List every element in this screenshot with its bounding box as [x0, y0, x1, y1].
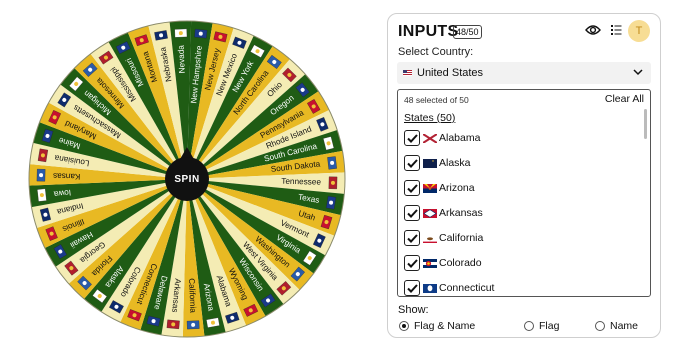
us-flag-icon	[403, 70, 412, 76]
show-option[interactable]: Flag & Name	[399, 320, 475, 332]
show-label: Show:	[398, 304, 429, 316]
state-row[interactable]: Colorado	[404, 252, 482, 274]
country-select[interactable]: United States	[397, 62, 651, 84]
list-icon[interactable]	[611, 24, 622, 36]
radio-button[interactable]	[595, 321, 605, 331]
checkmark-icon	[406, 158, 418, 168]
state-checkbox[interactable]	[404, 280, 420, 296]
state-row[interactable]: California	[404, 227, 483, 249]
avatar[interactable]: T	[628, 20, 650, 42]
state-name: Arkansas	[439, 207, 483, 219]
wheel-flag-icon	[166, 319, 180, 330]
show-option[interactable]: Flag	[524, 320, 559, 332]
state-list: 48 selected of 50 Clear All States (50) …	[397, 89, 651, 297]
count-badge: 48/50	[453, 25, 482, 39]
selected-count: 48 selected of 50	[404, 95, 469, 105]
checkmark-icon	[406, 208, 418, 218]
state-checkbox[interactable]	[404, 155, 420, 171]
wheel-flag-icon	[37, 188, 47, 202]
checkmark-icon	[406, 258, 418, 268]
state-name: Colorado	[439, 257, 482, 269]
wheel-flag-icon	[37, 148, 49, 163]
clear-all-button[interactable]: Clear All	[605, 93, 644, 105]
radio-button[interactable]	[524, 321, 534, 331]
state-name: California	[439, 232, 484, 244]
show-option-label: Flag	[539, 320, 560, 332]
checkmark-icon	[406, 133, 418, 143]
checkmark-icon	[406, 283, 418, 293]
inputs-panel: INPUTS 48/50 T Select Country: United St…	[387, 13, 661, 338]
wheel-flag-icon	[36, 168, 46, 182]
state-name: Connecticut	[439, 282, 495, 294]
show-option-label: Name	[610, 320, 639, 332]
wheel-flag-icon	[186, 320, 200, 330]
spin-wheel[interactable]: New Hampshire New Jersey New Mexico New Yor…	[27, 19, 347, 339]
wheel-flag-icon	[174, 28, 188, 38]
state-checkbox[interactable]	[404, 130, 420, 146]
wheel-label: California	[187, 278, 197, 313]
wheel-flag-icon	[194, 28, 208, 39]
state-flag-icon	[423, 208, 437, 218]
state-flag-icon	[423, 233, 437, 243]
state-flag-icon	[423, 133, 437, 143]
state-row[interactable]: Alabama	[404, 127, 480, 149]
wheel-label: Kansas	[53, 171, 81, 181]
state-row[interactable]: Arizona	[404, 177, 475, 199]
state-row[interactable]: Arkansas	[404, 202, 483, 224]
show-option[interactable]: Name	[595, 320, 638, 332]
eye-icon[interactable]	[585, 24, 601, 36]
wheel-label: Iowa	[53, 188, 72, 199]
radio-dot	[402, 324, 406, 328]
chevron-down-icon	[633, 69, 643, 76]
country-label: Select Country:	[398, 46, 474, 58]
wheel-label: Nevada	[177, 45, 187, 74]
checkmark-icon	[406, 183, 418, 193]
wheel-flag-icon	[325, 195, 337, 210]
radio-button[interactable]	[399, 321, 409, 331]
state-checkbox[interactable]	[404, 255, 420, 271]
scrollbar[interactable]	[644, 109, 647, 139]
state-row[interactable]: Connecticut	[404, 277, 495, 296]
wheel-flag-icon	[327, 156, 337, 170]
state-flag-icon	[423, 283, 437, 293]
show-option-label: Flag & Name	[414, 320, 476, 332]
state-checkbox[interactable]	[404, 180, 420, 196]
states-header[interactable]: States (50)	[404, 112, 455, 124]
wheel-flag-icon	[328, 176, 338, 190]
state-checkbox[interactable]	[404, 230, 420, 246]
state-flag-icon	[423, 183, 437, 193]
state-row[interactable]: Alaska	[404, 152, 471, 174]
spin-button[interactable]: SPIN	[165, 157, 209, 201]
state-name: Alaska	[439, 157, 471, 169]
state-flag-icon	[423, 258, 437, 268]
panel-title: INPUTS	[398, 23, 459, 40]
wheel-label: Tennessee	[281, 177, 321, 187]
state-checkbox[interactable]	[404, 205, 420, 221]
state-flag-icon	[423, 158, 437, 168]
state-name: Alabama	[439, 132, 481, 144]
country-value: United States	[417, 67, 484, 79]
state-name: Arizona	[439, 182, 475, 194]
checkmark-icon	[406, 233, 418, 243]
